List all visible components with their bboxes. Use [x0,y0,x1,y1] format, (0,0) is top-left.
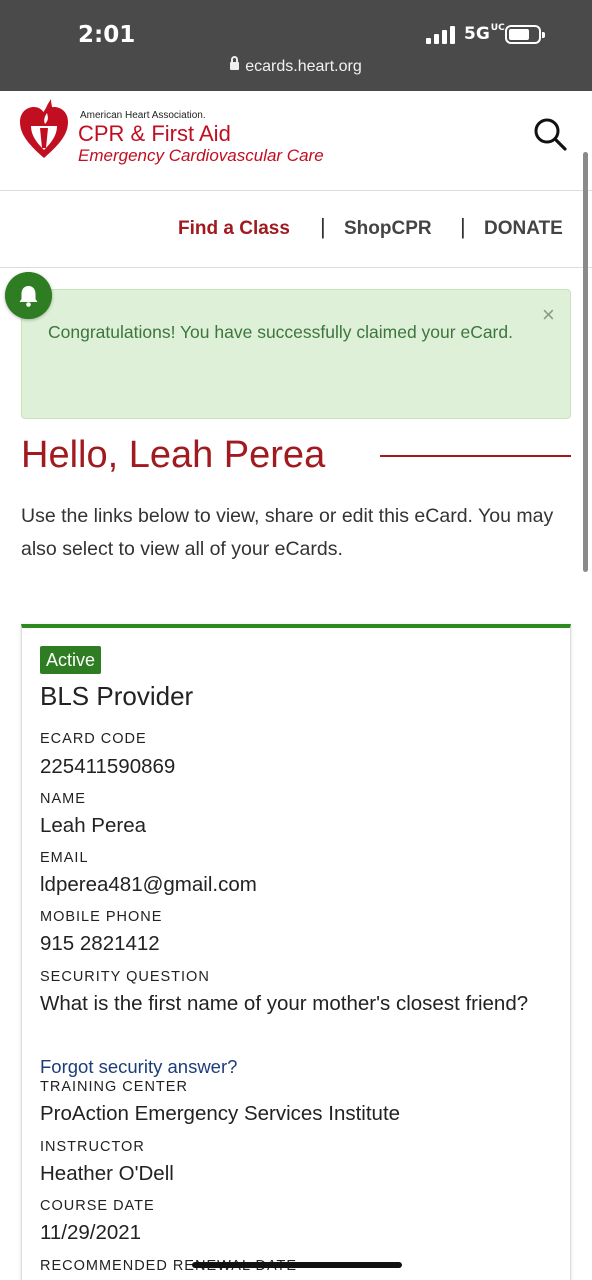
ecard-code-label: ECARD CODE [40,731,147,747]
brand-subtitle: Emergency Cardiovascular Care [78,146,324,165]
signal-icon [426,26,458,44]
nav-separator: | [320,214,326,239]
search-icon[interactable] [532,116,568,152]
address-bar[interactable]: ecards.heart.org [0,56,592,76]
close-icon[interactable]: × [542,302,555,328]
nav-donate[interactable]: DONATE [484,218,563,240]
phone-value: 915 2821412 [40,932,160,955]
network-label: 5GUC [464,23,505,45]
email-label: EMAIL [40,850,89,866]
security-question-label: SECURITY QUESTION [40,969,210,985]
page-scrollbar[interactable] [583,152,588,572]
battery-icon [505,25,545,44]
brand-title: CPR & First Aid [78,121,231,146]
org-name: American Heart Association. [80,110,206,121]
lock-icon [230,56,240,70]
status-badge: Active [40,646,102,674]
status-bar: 2:01 5GUC ecards.heart.org [0,0,592,91]
url-text: ecards.heart.org [245,58,362,75]
heart-torch-logo[interactable] [18,98,70,160]
bell-icon[interactable] [5,272,52,319]
training-center-value: ProAction Emergency Services Institute [40,1102,401,1125]
home-indicator[interactable] [192,1262,402,1268]
page-title: Hello, Leah Perea [21,434,326,476]
intro-text: Use the links below to view, share or ed… [21,505,554,560]
security-question-value: What is the first name of your mother's … [40,992,529,1015]
email-value: ldperea481@gmail.com [40,873,257,896]
name-value: Leah Perea [40,814,147,837]
phone-label: MOBILE PHONE [40,909,163,925]
course-date-value: 11/29/2021 [40,1221,142,1244]
course-title: BLS Provider [40,681,194,711]
instructor-label: INSTRUCTOR [40,1139,145,1155]
alert-message: Congratulations! You have successfully c… [48,322,513,342]
status-time: 2:01 [78,22,136,48]
nav-separator: | [460,214,466,239]
training-center-label: TRAINING CENTER [40,1079,188,1095]
nav-find-a-class[interactable]: Find a Class [178,218,290,240]
title-rule [380,455,571,457]
course-date-label: COURSE DATE [40,1198,155,1214]
top-nav: Find a Class | ShopCPR | DONATE [0,192,592,268]
success-alert: Congratulations! You have successfully c… [21,289,571,419]
ecard-code-value: 225411590869 [40,755,176,778]
nav-shopcpr[interactable]: ShopCPR [344,218,432,240]
instructor-value: Heather O'Dell [40,1162,174,1185]
name-label: NAME [40,791,86,807]
forgot-security-answer-link[interactable]: Forgot security answer? [40,1056,237,1078]
